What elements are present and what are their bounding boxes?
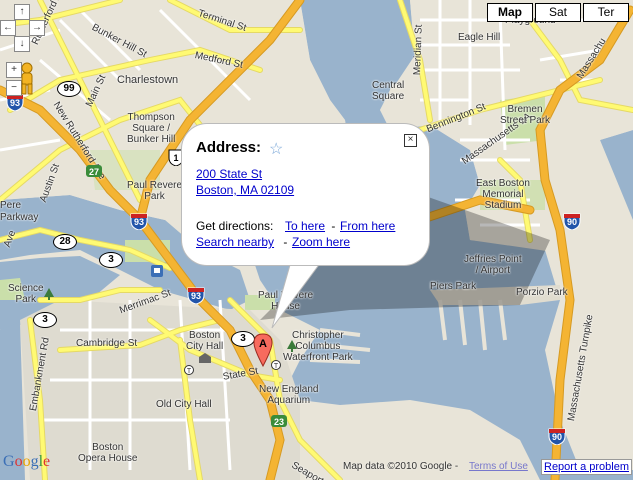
info-window: Address: ☆ × 200 State St Boston, MA 021… (182, 124, 429, 265)
label-pere: Pere (0, 200, 22, 211)
terms-of-use-link[interactable]: Terms of Use (469, 461, 528, 472)
label-jeffries-point: Jeffries Point / Airport (464, 254, 522, 276)
route-3-shield: 3 (231, 331, 255, 347)
pan-down-button[interactable]: ↓ (14, 36, 30, 52)
address-city-link[interactable]: Boston, MA 02109 (196, 183, 294, 197)
label-thompson-3: Bunker Hill (127, 134, 176, 145)
svg-text:T: T (187, 368, 192, 375)
route-28-shield: 28 (53, 234, 77, 250)
label-bremen-street-park: Bremen Street Park (500, 104, 550, 126)
label-boston-city-hall: Boston City Hall (186, 330, 223, 352)
map-type-satellite-button[interactable]: Sat (535, 3, 581, 22)
park-tree-icon (287, 340, 297, 352)
close-icon[interactable]: × (404, 134, 417, 147)
route-99-shield: 99 (57, 81, 81, 97)
label-eagle-hill: Eagle Hill (458, 32, 501, 43)
link-separator: - (280, 235, 291, 249)
street-view-pegman-icon[interactable] (17, 62, 37, 96)
pan-right-button[interactable]: → (29, 20, 45, 36)
zoom-here-link[interactable]: Zoom here (292, 235, 350, 249)
directions-separator: - (328, 219, 339, 233)
label-prp-2: Park (144, 191, 165, 202)
search-nearby-link[interactable]: Search nearby (196, 235, 274, 249)
route-23-shield: 23 (270, 412, 288, 430)
label-science-1: Science (8, 283, 44, 294)
label-jp-1: Jeffries Point (464, 254, 522, 265)
subway-station-icon (151, 265, 163, 277)
label-central-square: Central Square (372, 80, 404, 102)
label-nea-1: New England (259, 384, 319, 395)
directions-from-here-link[interactable]: From here (340, 219, 395, 233)
interstate-93-shield: 93 (130, 212, 148, 230)
label-boston-opera-house: Boston Opera House (78, 442, 137, 464)
map-type-map-button[interactable]: Map (487, 3, 533, 22)
label-cs-2: Square (372, 91, 405, 102)
label-charlestown: Charlestown (117, 74, 179, 86)
label-thompson-1: Thompson (127, 112, 175, 123)
subway-station-icon: T (184, 365, 194, 375)
pan-left-button[interactable]: ← (0, 20, 16, 36)
directions-label: Get directions: (196, 219, 274, 233)
label-boh-2: Opera House (78, 453, 138, 464)
label-science-2: Park (15, 294, 37, 305)
map-copyright: Map data ©2010 Google - (343, 461, 459, 472)
label-east-boston-memorial: East Boston Memorial Stadium (476, 178, 530, 211)
park-tree-icon (44, 288, 54, 300)
label-thompson-2: Square / (132, 123, 171, 134)
label-ebm-2: Memorial (482, 189, 524, 200)
label-prp-1: Paul Revere (127, 180, 183, 191)
google-logo[interactable]: Google (2, 446, 56, 470)
label-parkway: Parkway (0, 212, 39, 223)
label-porzio-park: Porzio Park (516, 287, 568, 298)
label-new-england-aquarium: New England Aquarium (259, 384, 318, 406)
label-cs-1: Central (372, 80, 405, 91)
map-type-terrain-button[interactable]: Ter (583, 3, 629, 22)
label-piers-park: Piers Park (430, 281, 477, 292)
marker-letter: A (259, 338, 267, 350)
label-cambridge-st: Cambridge St (76, 338, 138, 349)
route-27-shield: 27 (85, 162, 103, 180)
interstate-90-shield: 90 (563, 212, 581, 230)
pan-up-button[interactable]: ↑ (14, 4, 30, 20)
label-ebm-1: East Boston (476, 178, 530, 189)
label-bch-2: City Hall (186, 341, 224, 352)
label-ebm-3: Stadium (484, 200, 522, 211)
info-window-tail (271, 258, 325, 329)
location-marker-a[interactable]: A (253, 333, 273, 367)
landmark-icon (199, 353, 211, 363)
interstate-90-shield: 90 (548, 427, 566, 445)
label-jp-2: / Airport (475, 265, 511, 276)
label-meridian-st: Meridian St (412, 24, 425, 76)
label-old-city-hall: Old City Hall (156, 399, 212, 410)
svg-text:T: T (274, 363, 279, 370)
label-science-park: Science Park (8, 283, 44, 305)
report-problem-link[interactable]: Report a problem (541, 459, 632, 475)
label-bch-1: Boston (189, 330, 221, 341)
address-street-link[interactable]: 200 State St (196, 167, 262, 181)
interstate-93-shield: 93 (187, 286, 205, 304)
label-boh-1: Boston (92, 442, 124, 453)
route-3-shield: 3 (33, 312, 57, 328)
label-bsp-1: Bremen (507, 104, 543, 115)
google-logo-text: Google (3, 453, 50, 470)
label-thompson-square: Thompson Square / Bunker Hill (127, 112, 175, 145)
map-type-control: Map Sat Ter (485, 3, 629, 22)
label-paul-revere-park: Paul Revere Park (127, 180, 182, 202)
star-icon[interactable]: ☆ (269, 139, 283, 159)
label-cc-3: Waterfront Park (283, 352, 353, 363)
directions-to-here-link[interactable]: To here (285, 219, 325, 233)
label-bsp-2: Street Park (500, 115, 551, 126)
route-3-shield: 3 (99, 252, 123, 268)
label-nea-2: Aquarium (267, 395, 311, 406)
info-window-title: Address: (196, 139, 262, 156)
map-canvas[interactable]: Rutherford Ave Terminal St Bunker Hill S… (0, 0, 633, 480)
